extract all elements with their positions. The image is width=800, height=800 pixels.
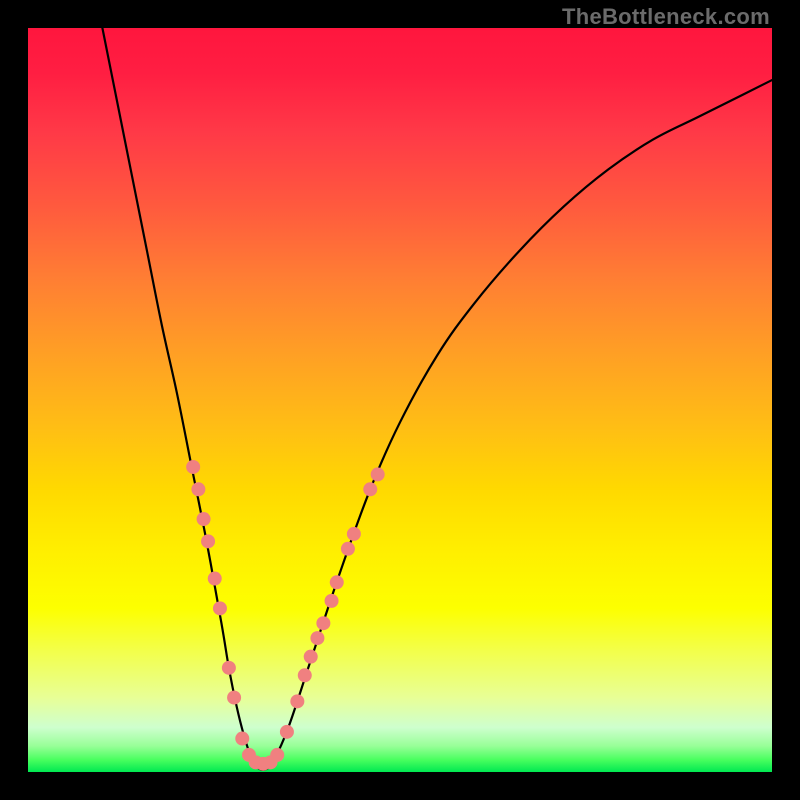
curve-layer: [28, 28, 772, 772]
plot-area: [28, 28, 772, 772]
highlight-dot: [316, 616, 330, 630]
highlight-dot: [191, 482, 205, 496]
highlight-dot: [227, 691, 241, 705]
highlight-dot: [330, 575, 344, 589]
highlight-dot: [304, 650, 318, 664]
chart-container: TheBottleneck.com: [0, 0, 800, 800]
highlight-dot: [235, 732, 249, 746]
highlight-dot: [270, 748, 284, 762]
highlight-dot: [280, 725, 294, 739]
highlight-dot: [201, 534, 215, 548]
highlight-dot: [298, 668, 312, 682]
highlight-dot: [341, 542, 355, 556]
highlight-dots: [186, 460, 385, 771]
highlight-dot: [325, 594, 339, 608]
highlight-dot: [208, 572, 222, 586]
highlight-dot: [363, 482, 377, 496]
bottleneck-curve: [102, 28, 772, 770]
highlight-dot: [347, 527, 361, 541]
highlight-dot: [222, 661, 236, 675]
highlight-dot: [197, 512, 211, 526]
highlight-dot: [213, 601, 227, 615]
watermark-text: TheBottleneck.com: [562, 4, 770, 30]
highlight-dot: [371, 467, 385, 481]
highlight-dot: [310, 631, 324, 645]
highlight-dot: [186, 460, 200, 474]
highlight-dot: [290, 694, 304, 708]
